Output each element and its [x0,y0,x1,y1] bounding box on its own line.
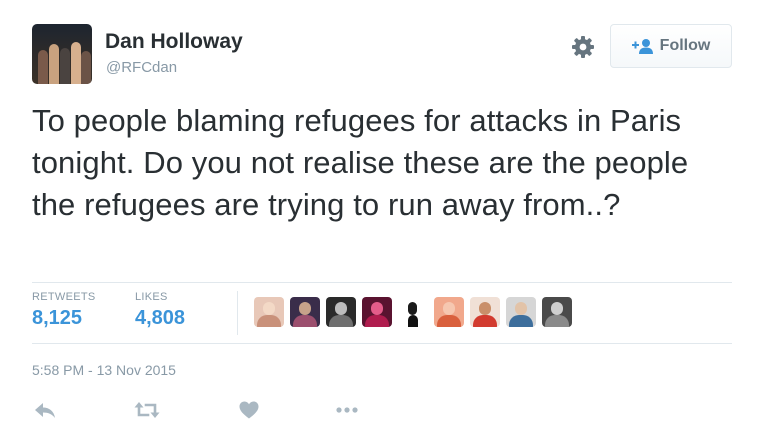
liker-avatar[interactable] [362,297,392,327]
retweet-icon[interactable] [134,398,160,422]
avatar-figure [71,42,81,84]
liker-avatar[interactable] [254,297,284,327]
more-dots-icon[interactable] [334,398,360,422]
retweets-stat[interactable]: RETWEETS 8,125 [32,291,96,330]
avatar-figure [49,44,59,84]
user-display-name[interactable]: Dan Holloway [105,30,243,54]
follow-button[interactable]: Follow [610,24,732,68]
liker-avatar[interactable] [434,297,464,327]
user-handle[interactable]: @RFCdan [106,59,177,76]
liker-avatar[interactable] [506,297,536,327]
reply-icon[interactable] [32,398,58,422]
likes-count: 4,808 [135,307,186,329]
tweet-timestamp[interactable]: 5:58 PM - 13 Nov 2015 [32,362,176,378]
liker-avatar[interactable] [398,297,428,327]
stats-divider [237,291,238,335]
likes-label: LIKES [135,291,168,303]
liker-avatar[interactable] [290,297,320,327]
like-heart-icon[interactable] [236,398,262,422]
liker-avatar[interactable] [470,297,500,327]
retweets-label: RETWEETS [32,291,96,303]
liker-avatar[interactable] [542,297,572,327]
tweet-stats: RETWEETS 8,125 LIKES 4,808 [32,282,732,344]
follow-person-plus-icon [631,39,653,54]
liker-avatar[interactable] [326,297,356,327]
gear-icon[interactable] [570,34,596,60]
tweet-text: To people blaming refugees for attacks i… [32,103,689,222]
follow-button-label: Follow [659,37,711,54]
avatar-figure [81,51,91,84]
retweets-count: 8,125 [32,307,83,329]
user-avatar[interactable] [32,24,92,84]
tweet-card: Dan Holloway @RFCdan Follow To people bl… [0,0,770,440]
avatar-figure [38,50,48,84]
likes-stat[interactable]: LIKES 4,808 [135,291,185,330]
avatar-figure [60,48,70,84]
